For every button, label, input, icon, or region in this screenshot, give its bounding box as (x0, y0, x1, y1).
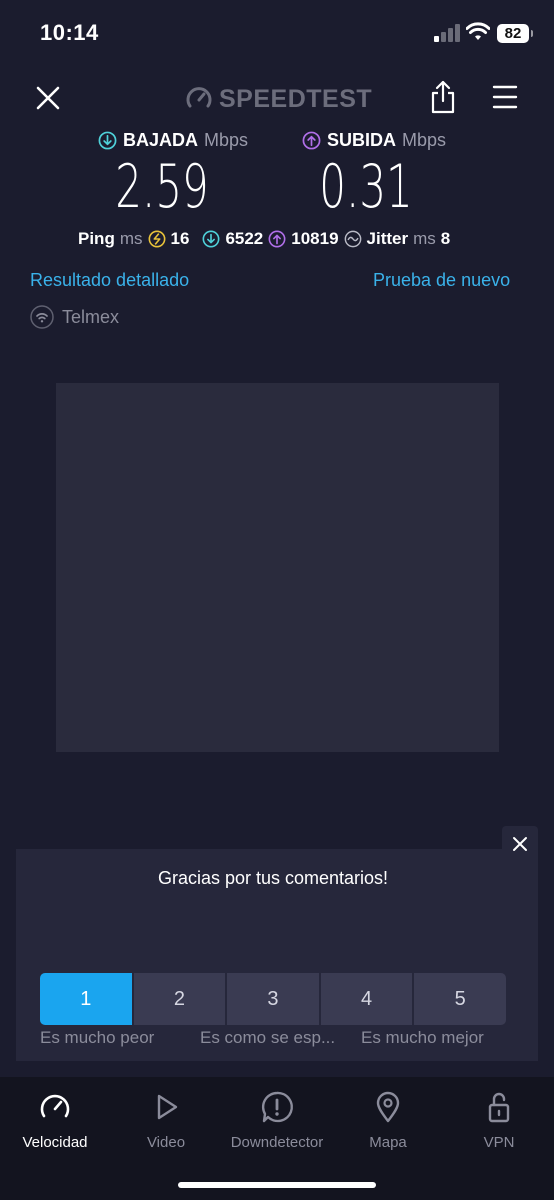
rating-option-2[interactable]: 2 (133, 973, 226, 1025)
status-bar: 10:14 82 (0, 0, 554, 70)
isp-info: Telmex (30, 305, 119, 329)
ping-unit: ms (119, 229, 143, 248)
retry-test-link[interactable]: Prueba de nuevo (373, 270, 510, 291)
upload-latency-value: 10819 (291, 229, 339, 248)
battery-indicator: 82 (497, 24, 533, 43)
tab-label: Velocidad (22, 1134, 88, 1151)
tab-vpn[interactable]: VPN (444, 1090, 554, 1151)
download-latency-icon (202, 230, 220, 248)
upload-unit: Mbps (402, 129, 447, 150)
rating-option-1[interactable]: 1 (40, 973, 132, 1025)
upload-label: SUBIDA (327, 129, 397, 150)
speedometer-icon (40, 1094, 70, 1118)
ad-placeholder (56, 383, 499, 752)
download-header: BAJADA Mbps (98, 126, 248, 154)
tab-label: Mapa (369, 1134, 407, 1151)
tab-label: Downdetector (230, 1134, 324, 1151)
isp-name: Telmex (62, 306, 120, 327)
upload-arrow-icon (302, 131, 321, 149)
jitter-value: 8 (440, 229, 451, 248)
download-label: BAJADA (123, 129, 199, 150)
download-value: 2.59 (115, 152, 209, 222)
tab-mapa[interactable]: Mapa (333, 1090, 443, 1151)
logo-text: SPEEDTEST (219, 84, 373, 113)
ping-value: 16 (170, 229, 190, 248)
lock-icon (488, 1092, 510, 1123)
tab-video[interactable]: Video (111, 1090, 221, 1151)
close-icon (513, 837, 527, 851)
speedometer-logo-icon (186, 87, 212, 108)
upload-header: SUBIDA Mbps (302, 126, 446, 154)
wifi-network-icon (30, 305, 54, 329)
rating-option-5[interactable]: 5 (414, 973, 506, 1025)
map-pin-icon (376, 1091, 400, 1123)
rating-options: 1 2 3 4 5 (40, 973, 506, 1025)
download-latency-value: 6522 (225, 229, 264, 248)
ping-icon (148, 230, 165, 248)
cellular-signal-icon (434, 24, 460, 42)
upload-latency-icon (268, 230, 286, 248)
ping-label: Ping (78, 229, 115, 248)
rating-label-high: Es mucho mejor (361, 1028, 484, 1047)
tab-velocidad[interactable]: Velocidad (0, 1090, 110, 1151)
rating-option-4[interactable]: 4 (320, 973, 413, 1025)
stats-row: Ping ms 16 6522 10819 Jitter ms 8 (78, 226, 450, 252)
rating-option-3[interactable]: 3 (227, 973, 319, 1025)
status-time: 10:14 (40, 20, 99, 45)
upload-value: 0.31 (319, 152, 413, 222)
close-icon[interactable] (32, 82, 64, 114)
tab-label: Video (146, 1134, 186, 1151)
feedback-title: Gracias por tus comentarios! (157, 868, 389, 888)
download-arrow-icon (98, 131, 117, 149)
home-indicator (178, 1182, 376, 1188)
rating-label-low: Es mucho peor (40, 1028, 155, 1047)
tab-label: VPN (483, 1134, 515, 1151)
play-icon (157, 1094, 178, 1120)
rating-label-mid: Es como se esp... (200, 1028, 336, 1047)
download-unit: Mbps (204, 129, 249, 150)
detailed-result-link[interactable]: Resultado detallado (30, 270, 189, 291)
alert-icon (261, 1091, 293, 1123)
speedtest-logo: SPEEDTEST (185, 84, 372, 114)
wifi-icon (466, 22, 490, 40)
jitter-icon (344, 230, 361, 248)
jitter-label: Jitter (366, 229, 409, 248)
menu-icon[interactable] (492, 84, 518, 110)
share-icon[interactable] (430, 80, 456, 114)
jitter-unit: ms (413, 229, 436, 248)
tab-downdetector[interactable]: Downdetector (222, 1090, 332, 1151)
feedback-close-button[interactable] (502, 826, 538, 862)
